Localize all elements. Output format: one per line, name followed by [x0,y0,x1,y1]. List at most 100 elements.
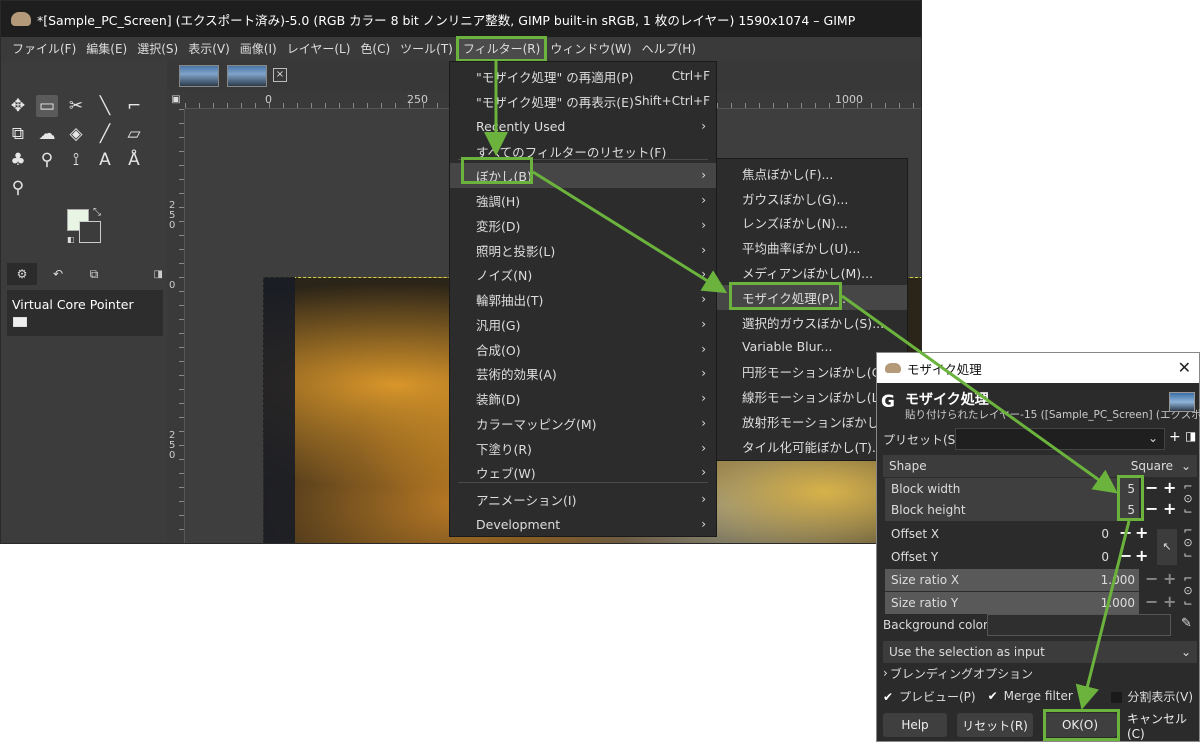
menu-tools[interactable]: ツール(T) [395,38,458,60]
zoom-icon[interactable]: ⚲ [7,177,29,199]
offset-x-value[interactable]: 0 [1101,527,1109,541]
chain-link-icon[interactable]: ⌐ ⊙ ⌙ [1183,481,1193,517]
preset-menu-icon[interactable]: ◨ [1185,429,1196,443]
crop-icon[interactable]: ⌐ [123,95,145,117]
menu-view[interactable]: 表示(V) [183,38,235,60]
blur-menu-item[interactable]: ガウスぼかし(G)... [717,186,907,211]
size-ratio-y-spin[interactable]: Size ratio Y 1.000 − + [885,592,1176,614]
chain-link-icon[interactable]: ⌐ ⊙ ⌙ [1183,525,1193,561]
background-color-button[interactable] [987,614,1171,636]
preview-checkbox[interactable]: ✔ プレビュー(P) [883,688,976,705]
shape-combo[interactable]: Shape Square ⌄ [883,455,1197,477]
size-ratio-x-spin[interactable]: Size ratio X 1.000 − + [885,569,1176,591]
filters-menu-item[interactable]: アニメーション(I) › [450,487,716,512]
pick-coordinates-icon[interactable]: ↖ [1157,529,1177,565]
filters-menu-item[interactable]: 輪郭抽出(T) › [450,287,716,312]
size-ratio-x-value[interactable]: 1.000 [1101,573,1135,587]
plus-icon[interactable]: + [1135,546,1148,565]
menu-layer[interactable]: レイヤー(L) [282,38,356,60]
paintbrush-icon[interactable]: ╱ [94,123,116,145]
menu-select[interactable]: 選択(S) [132,38,183,60]
plus-icon[interactable]: + [1163,569,1176,588]
filters-menu-item[interactable]: ウェブ(W) › [450,460,716,485]
filters-menu-item[interactable]: 芸術的効果(A) › [450,361,716,386]
filters-menu-item[interactable]: "モザイク処理" の再適用(P) Ctrl+F [450,64,716,89]
cancel-button[interactable]: キャンセル(C) [1127,712,1197,741]
size-ratio-y-value[interactable]: 1.000 [1101,596,1135,610]
minus-icon[interactable]: − [1119,546,1132,565]
plus-icon[interactable]: + [1163,499,1176,518]
reset-button[interactable]: リセット(R) [957,713,1033,737]
chain-link-icon[interactable]: ⌐ ⊙ ⌙ [1183,573,1193,609]
help-button[interactable]: Help [883,713,947,737]
undo-history-tab-icon[interactable]: ↶ [43,263,73,285]
filters-menu-item[interactable]: ノイズ(N) › [450,262,716,287]
reset-colors-icon[interactable]: ◧ [67,235,75,244]
blending-options-expander[interactable]: › ブレンディングオプション [883,662,1197,684]
tool-options-tab-icon[interactable]: ⚙ [7,263,37,285]
split-view-checkbox[interactable]: 分割表示(V) [1111,688,1193,705]
filters-menu-item[interactable]: 合成(O) › [450,337,716,362]
menu-help[interactable]: ヘルプ(H) [637,38,701,60]
minus-icon[interactable]: − [1145,592,1158,611]
filters-menu-item[interactable]: 装飾(D) › [450,386,716,411]
menu-filters[interactable]: フィルター(R) [455,36,548,62]
close-icon[interactable]: ✕ [1178,358,1191,377]
minus-icon[interactable]: − [1119,523,1132,542]
paths-icon[interactable]: ⟟ [65,149,87,171]
filters-menu-item[interactable]: Recently Used › [450,114,716,139]
filters-menu-item[interactable]: Development › [450,512,716,537]
plus-icon[interactable]: + [1163,478,1176,497]
blur-menu-item[interactable]: 平均曲率ぼかし(U)... [717,235,907,260]
merge-filter-checkbox[interactable]: ✔ Merge filter [988,689,1073,703]
menu-file[interactable]: ファイル(F) [7,38,81,60]
offset-y-value[interactable]: 0 [1101,550,1109,564]
filters-menu-item[interactable]: 汎用(G) › [450,312,716,337]
warp-icon[interactable]: ☁ [36,123,58,145]
menu-edit[interactable]: 編集(E) [81,38,132,60]
color-picker-icon[interactable]: ✎ [1181,616,1192,631]
block-width-spin[interactable]: Block width 5 − + [885,478,1176,500]
background-color-swatch[interactable] [79,221,101,243]
image-tab-thumbnail[interactable] [227,65,267,87]
transform-icon[interactable]: ⧉ [7,123,29,145]
menu-windows[interactable]: ウィンドウ(W) [545,38,636,60]
filters-menu-item[interactable]: 変形(D) › [450,213,716,238]
filters-menu-item[interactable]: 強調(H) › [450,188,716,213]
swap-colors-icon[interactable]: ⤡ [93,207,101,218]
blur-menu-item[interactable]: レンズぼかし(N)... [717,211,907,236]
offset-x-spin[interactable]: Offset X 0 − + [885,523,1148,545]
filters-menu-item[interactable]: 照明と投影(L) › [450,238,716,263]
plus-icon[interactable]: + [1163,592,1176,611]
offset-y-spin[interactable]: Offset Y 0 − + [885,546,1148,568]
filters-menu-item[interactable]: カラーマッピング(M) › [450,411,716,436]
bucket-fill-icon[interactable]: ◈ [65,123,87,145]
blur-menu-item[interactable]: 焦点ぼかし(F)... [717,161,907,186]
images-tab-icon[interactable]: ⧉ [79,263,109,285]
image-tab-thumbnail[interactable] [179,65,219,87]
minus-icon[interactable]: − [1145,569,1158,588]
scissors-icon[interactable]: ✂ [65,95,87,117]
menu-image[interactable]: 画像(I) [235,38,282,60]
minus-icon[interactable]: − [1145,478,1158,497]
preset-combo[interactable]: ⌄ [955,428,1165,450]
rect-select-icon[interactable]: ▭ [36,95,58,117]
close-tab-icon[interactable]: × [273,68,287,82]
add-preset-icon[interactable]: + [1169,429,1181,445]
block-height-spin[interactable]: Block height 5 − + [885,499,1176,521]
fuzzy-select-icon[interactable]: ╲ [94,95,116,117]
smudge-icon[interactable]: ⚲ [36,149,58,171]
move-icon[interactable]: ✥ [7,95,29,117]
input-selection-combo[interactable]: Use the selection as input ⌄ [883,641,1197,663]
filters-menu-item[interactable]: 下塗り(R) › [450,436,716,461]
eraser-icon[interactable]: ▱ [123,123,145,145]
quick-mask-icon[interactable]: ▣ [167,91,185,109]
text-icon[interactable]: A [94,149,116,171]
plus-icon[interactable]: + [1135,523,1148,542]
filters-menu-item[interactable]: "モザイク処理" の再表示(E) Shift+Ctrl+F [450,89,716,114]
color-picker-icon[interactable]: Å [123,149,145,171]
clone-icon[interactable]: ♣ [7,149,29,171]
blur-menu-item[interactable]: 選択的ガウスぼかし(S)... [717,310,907,335]
menu-colors[interactable]: 色(C) [355,38,395,60]
minus-icon[interactable]: − [1145,499,1158,518]
